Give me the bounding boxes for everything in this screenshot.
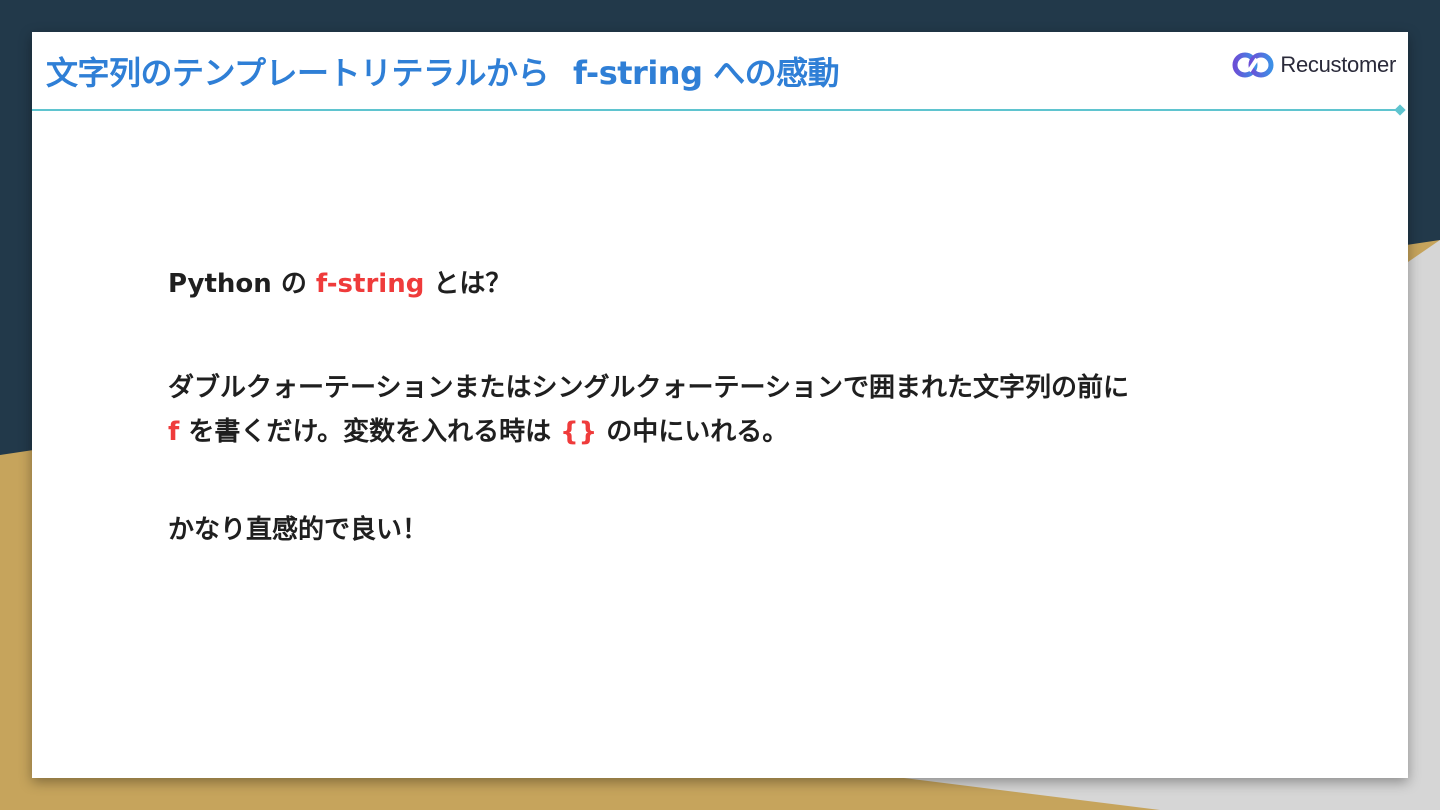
question-prefix: Python の xyxy=(168,269,316,299)
question-line: Python の f-string とは？ xyxy=(168,262,1348,306)
braces-highlight: {} xyxy=(560,417,598,447)
title-fstring: f-string への感動 xyxy=(573,54,840,92)
explanation-text-c: の中にいれる。 xyxy=(597,417,789,447)
slide-title: 文字列のテンプレートリテラルから f-string への感動 xyxy=(46,48,840,94)
slide-body: Python の f-string とは？ ダブルクォーテーションまたはシングル… xyxy=(168,262,1348,552)
explanation-paragraph: ダブルクォーテーションまたはシングルクォーテーションで囲まれた文字列の前に f を… xyxy=(168,366,1348,454)
logo-text: Recustomer xyxy=(1280,52,1396,77)
fstring-highlight: f-string xyxy=(315,269,425,299)
title-japanese: 文字列のテンプレートリテラルから xyxy=(46,54,550,92)
explanation-text-b: を書くだけ。変数を入れる時は xyxy=(179,417,561,447)
recustomer-logo: Recustomer xyxy=(1232,50,1396,80)
title-divider xyxy=(32,109,1400,111)
question-suffix: とは？ xyxy=(424,269,512,299)
divider-end-dot xyxy=(1394,104,1406,116)
conclusion-line: かなり直感的で良い！ xyxy=(168,515,429,545)
explanation-text-a: ダブルクォーテーションまたはシングルクォーテーションで囲まれた文字列の前に xyxy=(168,373,1129,403)
slide-card: 文字列のテンプレートリテラルから f-string への感動 Recustomer… xyxy=(32,32,1408,778)
link-infinity-icon xyxy=(1232,52,1274,78)
f-prefix-highlight: f xyxy=(168,417,180,447)
